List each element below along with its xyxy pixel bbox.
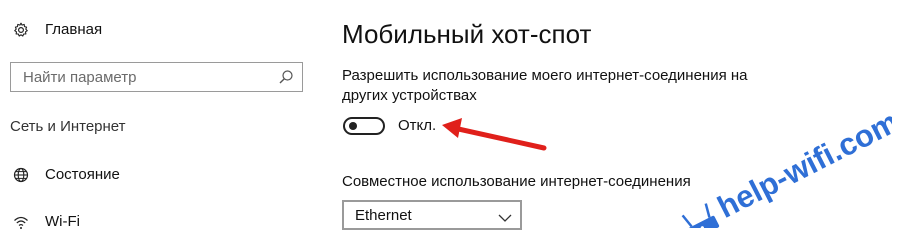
watermark-text: help-wifi.com	[712, 104, 892, 225]
router-icon	[681, 203, 720, 228]
settings-window: Главная Найти параметр Сеть и Интернет С…	[0, 0, 901, 250]
annotation-arrow	[442, 118, 547, 151]
page-title: Мобильный хот-спот	[342, 19, 592, 49]
hotspot-toggle[interactable]	[343, 117, 385, 135]
section-label: Сеть и Интернет	[10, 118, 126, 135]
search-icon[interactable]	[278, 69, 294, 85]
home-label: Главная	[45, 21, 103, 38]
home-nav-item[interactable]: Главная	[0, 15, 200, 45]
gear-icon	[12, 21, 30, 39]
chevron-down-icon	[498, 210, 512, 222]
sidebar-item-status[interactable]: Состояние	[0, 160, 200, 190]
connection-share-label: Совместное использование интернет-соедин…	[342, 173, 691, 190]
sidebar-item-wifi[interactable]: Wi-Fi	[0, 207, 200, 237]
sidebar-item-label: Wi-Fi	[45, 213, 80, 230]
toggle-knob	[349, 122, 357, 130]
search-input[interactable]: Найти параметр	[10, 62, 303, 92]
wifi-icon	[12, 213, 30, 231]
search-placeholder: Найти параметр	[23, 69, 137, 86]
sidebar-item-label: Состояние	[45, 166, 120, 183]
connection-select[interactable]: Ethernet	[342, 200, 522, 230]
toggle-state-label: Откл.	[398, 117, 437, 134]
connection-select-value: Ethernet	[355, 207, 412, 224]
sidebar: Главная Найти параметр Сеть и Интернет С…	[0, 0, 320, 250]
watermark: help-wifi.com	[681, 104, 892, 228]
globe-icon	[12, 166, 30, 184]
